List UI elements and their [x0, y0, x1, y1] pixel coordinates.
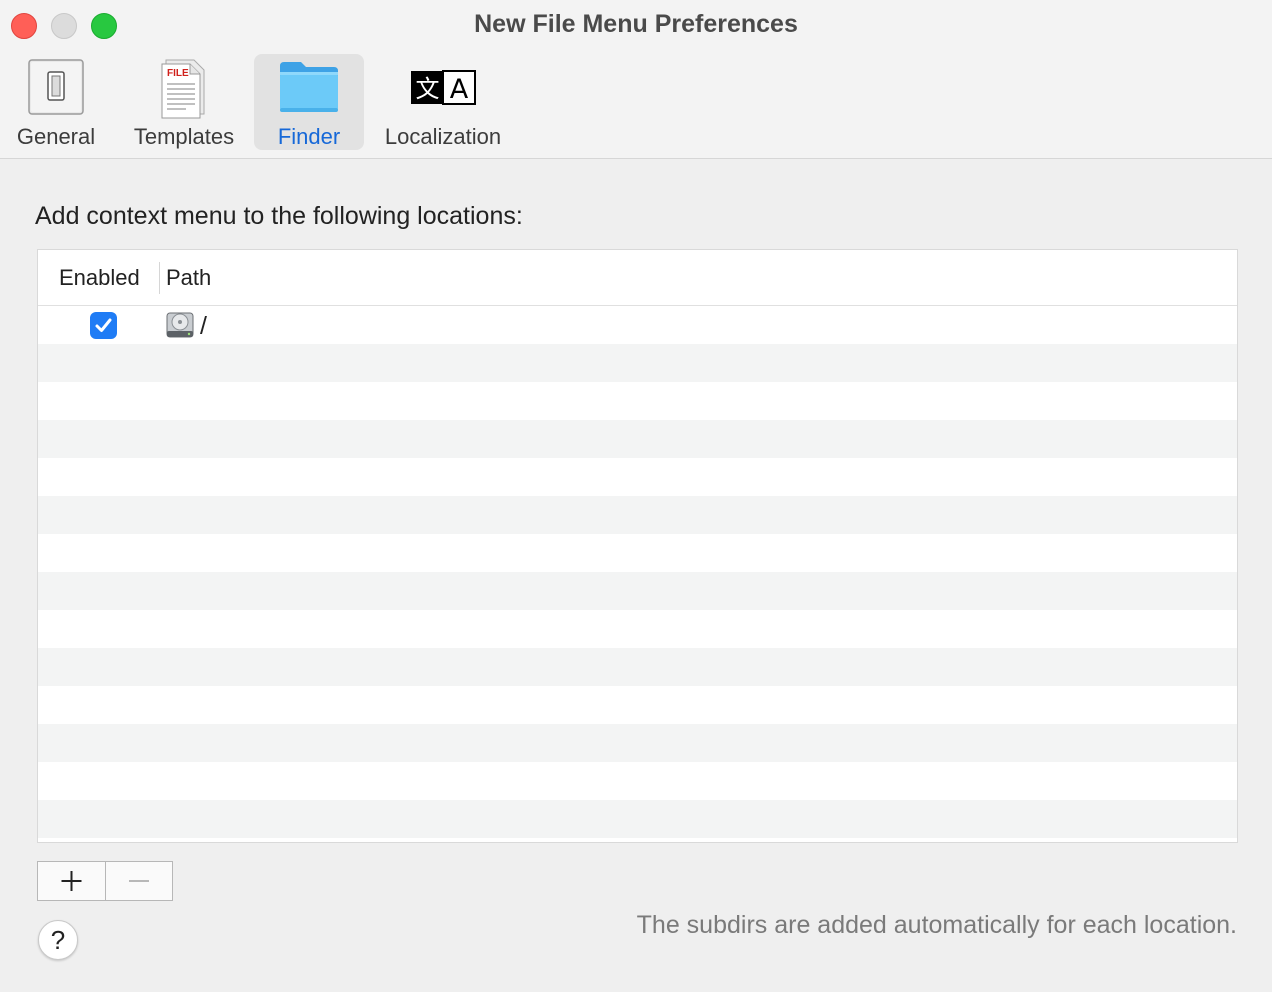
- enabled-checkbox[interactable]: [90, 312, 117, 339]
- toolbar-item-label: Finder: [277, 124, 341, 149]
- table-row: [38, 458, 1237, 496]
- table-row: [38, 572, 1237, 610]
- toolbar-item-label: Localization: [384, 124, 502, 149]
- remove-location-button[interactable]: [105, 862, 172, 900]
- preferences-window: New File Menu Preferences General FILE T…: [0, 0, 1272, 992]
- switch-icon: [27, 56, 85, 121]
- translate-icon: 文 A: [410, 56, 476, 121]
- locations-table[interactable]: Enabled Path /: [37, 249, 1238, 843]
- table-row: [38, 800, 1237, 838]
- titlebar: New File Menu Preferences General FILE T…: [0, 0, 1272, 159]
- disk-icon: [166, 311, 194, 344]
- table-rows: /: [38, 306, 1237, 838]
- svg-text:FILE: FILE: [167, 68, 189, 79]
- column-header-path[interactable]: Path: [166, 265, 211, 291]
- help-button[interactable]: ?: [38, 920, 78, 960]
- table-row: [38, 420, 1237, 458]
- table-row: [38, 496, 1237, 534]
- svg-text:文: 文: [416, 75, 440, 103]
- toolbar-item-finder[interactable]: Finder: [254, 54, 364, 150]
- folder-icon: [277, 56, 341, 121]
- table-header: Enabled Path: [38, 250, 1237, 306]
- toolbar-item-general[interactable]: General: [8, 54, 104, 150]
- column-divider[interactable]: [159, 262, 160, 294]
- table-row: [38, 648, 1237, 686]
- column-header-enabled[interactable]: Enabled: [59, 265, 140, 291]
- add-remove-control: [37, 861, 173, 901]
- toolbar-item-label: Templates: [133, 124, 235, 149]
- toolbar-item-label: General: [16, 124, 96, 149]
- toolbar-item-templates[interactable]: FILE Templates: [126, 54, 242, 150]
- path-cell: /: [200, 312, 207, 340]
- add-location-button[interactable]: [38, 862, 106, 900]
- window-title: New File Menu Preferences: [474, 10, 798, 38]
- svg-text:A: A: [450, 74, 469, 105]
- table-row: [38, 724, 1237, 762]
- table-row: [38, 686, 1237, 724]
- table-row: [38, 610, 1237, 648]
- table-row[interactable]: /: [38, 306, 1237, 344]
- table-row: [38, 382, 1237, 420]
- toolbar-item-localization[interactable]: 文 A Localization: [374, 54, 512, 150]
- table-row: [38, 762, 1237, 800]
- table-row: [38, 344, 1237, 382]
- table-row: [38, 534, 1237, 572]
- file-template-icon: FILE: [156, 56, 212, 125]
- section-label: Add context menu to the following locati…: [35, 202, 523, 230]
- footnote-text: The subdirs are added automatically for …: [636, 911, 1237, 939]
